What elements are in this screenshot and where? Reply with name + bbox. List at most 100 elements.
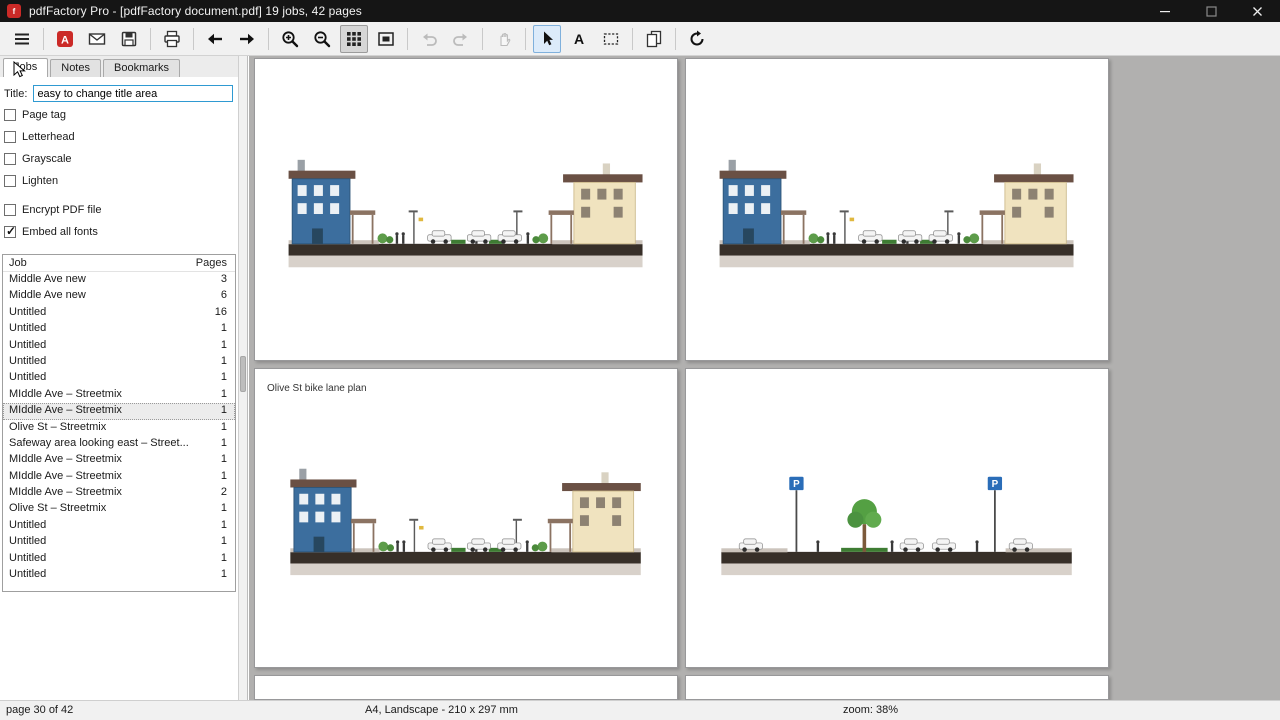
page-thumbnail-1[interactable] [254,58,678,361]
job-name: Untitled [9,355,46,370]
job-pages: 1 [221,404,227,419]
title-label: Title: [4,88,27,100]
job-column-header: Job [9,257,27,270]
job-pages: 3 [221,273,227,288]
tab-jobs[interactable]: Jobs [3,58,48,77]
minimize-button[interactable] [1142,0,1188,22]
job-name: MIddle Ave – Streetmix [9,404,122,419]
save-icon [119,29,139,49]
checkbox-box[interactable] [4,204,16,216]
page-thumbnail-6-partial[interactable] [685,675,1109,700]
street-section-illustration [694,149,1099,284]
hand-tool-button[interactable] [490,25,518,53]
email-button[interactable] [83,25,111,53]
job-row[interactable]: Untitled1 [3,321,235,337]
checkbox-group-pdf: Encrypt PDF file Embed all fonts [4,203,101,247]
zoom-out-icon [312,29,332,49]
title-row: Title: [4,85,233,102]
save-button[interactable] [115,25,143,53]
job-list: Middle Ave new3Middle Ave new6 Untitled 16… [3,272,235,583]
job-pages: 1 [221,388,227,403]
refresh-button[interactable] [683,25,711,53]
fit-page-icon [376,29,396,49]
job-row[interactable]: Middle Ave new3 [3,272,235,288]
title-input[interactable] [33,85,233,102]
fit-page-button[interactable] [372,25,400,53]
checkbox-grayscale[interactable]: Grayscale [4,152,75,165]
checkbox-box[interactable] [4,153,16,165]
job-row[interactable]: Untitled1 [3,338,235,354]
forward-button[interactable] [233,25,261,53]
job-pages: 1 [221,502,227,517]
page-thumbnail-4[interactable]: P P [685,368,1109,668]
job-name: MIddle Ave – Streetmix [9,453,122,468]
job-row[interactable]: Untitled1 [3,370,235,386]
page-thumbnail-3[interactable]: Olive St bike lane plan [254,368,678,668]
job-row[interactable]: Safeway area looking east – Street...1 [3,436,235,452]
grid-view-icon [344,29,364,49]
toolbar-separator [43,28,44,50]
checkbox-page-tag[interactable]: Page tag [4,108,75,121]
zoom-out-button[interactable] [308,25,336,53]
checkbox-label: Encrypt PDF file [22,204,101,216]
job-pages: 16 [215,306,227,321]
zoom-in-button[interactable] [276,25,304,53]
job-table: Job Pages Middle Ave new3Middle Ave new6… [2,254,236,592]
page-thumbnail-2[interactable] [685,58,1109,361]
job-name: Untitled [9,306,46,321]
checkbox-label: Grayscale [22,153,72,165]
job-row[interactable]: Untitled1 [3,551,235,567]
sidebar-scrollbar[interactable] [239,56,248,700]
street-parking-illustration: P P [694,458,1099,592]
job-row[interactable]: MIddle Ave – Streetmix2 [3,485,235,501]
zoom-in-icon [280,29,300,49]
job-row[interactable]: Olive St – Streetmix1 [3,420,235,436]
job-row[interactable]: Untitled1 [3,567,235,583]
close-button[interactable] [1234,0,1280,22]
undo-button[interactable] [415,25,443,53]
pdf-icon: A [55,29,75,49]
window-title: pdfFactory Pro - [pdfFactory document.pd… [29,4,362,18]
checkbox-label: Page tag [22,109,66,121]
checkbox-label: Letterhead [22,131,75,143]
redo-button[interactable] [447,25,475,53]
checkbox-box[interactable] [4,109,16,121]
copy-pages-button[interactable] [640,25,668,53]
job-row[interactable]: Untitled1 [3,534,235,550]
checkbox-box[interactable] [4,175,16,187]
checkbox-lighten[interactable]: Lighten [4,174,75,187]
menu-button[interactable] [8,25,36,53]
job-row[interactable]: MIddle Ave – Streetmix1 [3,452,235,468]
select-region-icon [601,29,621,49]
checkbox-box[interactable] [4,131,16,143]
maximize-button[interactable] [1188,0,1234,22]
grid-view-button[interactable] [340,25,368,53]
job-row[interactable]: Middle Ave new6 [3,288,235,304]
job-name: MIddle Ave – Streetmix [9,486,122,501]
checkbox-box[interactable] [4,226,16,238]
tab-notes[interactable]: Notes [50,59,101,77]
scrollbar-thumb[interactable] [240,356,246,392]
job-row[interactable]: Untitled 1 [3,354,235,370]
job-row[interactable]: Olive St – Streetmix1 [3,501,235,517]
select-region-button[interactable] [597,25,625,53]
job-pages: 1 [221,355,227,370]
page-thumbnail-5-partial[interactable] [254,675,678,700]
job-row[interactable]: MIddle Ave – Streetmix 1 [3,403,235,419]
pdf-button[interactable]: A [51,25,79,53]
job-row[interactable]: Untitled 16 [3,305,235,321]
toolbar-separator [268,28,269,50]
job-row[interactable]: MIddle Ave – Streetmix1 [3,469,235,485]
checkbox-embed-fonts[interactable]: Embed all fonts [4,225,101,238]
print-button[interactable] [158,25,186,53]
back-button[interactable] [201,25,229,53]
job-row[interactable]: MIddle Ave – Streetmix1 [3,387,235,403]
job-row[interactable]: Untitled1 [3,518,235,534]
checkbox-encrypt-pdf[interactable]: Encrypt PDF file [4,203,101,216]
text-tool-button[interactable]: A [565,25,593,53]
checkbox-letterhead[interactable]: Letterhead [4,130,75,143]
job-name: Safeway area looking east – Street... [9,437,189,452]
pointer-tool-button[interactable] [533,25,561,53]
tab-bookmarks[interactable]: Bookmarks [103,59,180,77]
job-pages: 1 [221,322,227,337]
